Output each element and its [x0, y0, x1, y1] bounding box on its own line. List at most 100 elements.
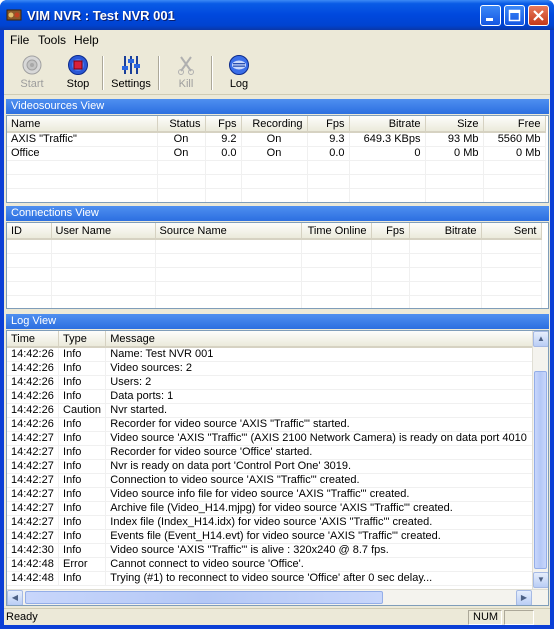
log-row[interactable]: 14:42:27 Info Connection to video source '…: [7, 473, 548, 488]
menu-tools[interactable]: Tools: [38, 33, 66, 47]
col-fps[interactable]: Fps: [371, 223, 410, 240]
log-row[interactable]: 14:42:26 Info Recorder for video source 'A…: [7, 417, 548, 432]
cell-rec-fps: 9.3: [307, 132, 350, 147]
title-bar[interactable]: VIM NVR : Test NVR 001: [0, 0, 554, 30]
log-row[interactable]: 14:42:48 Error Cannot connect to video sou…: [7, 557, 548, 572]
log-row[interactable]: 14:42:26 Info Users: 2: [7, 375, 548, 390]
log-icon: [229, 55, 249, 75]
col-source-name[interactable]: Source Name: [155, 223, 302, 240]
log-row[interactable]: 14:42:48 Info Trying (#1) to reconnect to …: [7, 571, 548, 586]
settings-icon: [122, 56, 140, 74]
log-row[interactable]: 14:42:26 Info Video sources: 2: [7, 361, 548, 376]
col-bitrate[interactable]: Bitrate: [349, 116, 426, 133]
cell-free: 5560 Mb: [483, 132, 546, 147]
col-rec-fps[interactable]: Fps: [307, 116, 350, 133]
videosources-header: Videosources View: [6, 99, 549, 114]
col-size[interactable]: Size: [425, 116, 484, 133]
log-row[interactable]: 14:42:27 Info Recorder for video source 'O…: [7, 445, 548, 460]
log-type: Info: [58, 571, 107, 586]
stop-button[interactable]: Stop: [60, 54, 96, 94]
cell-free: 0 Mb: [483, 146, 546, 161]
col-message[interactable]: Message: [105, 331, 548, 348]
col-user-name[interactable]: User Name: [51, 223, 156, 240]
menu-bar: File Tools Help: [4, 30, 550, 49]
log-time: 14:42:27: [7, 515, 60, 530]
close-button[interactable]: [528, 5, 549, 26]
maximize-button[interactable]: [504, 5, 525, 26]
log-row[interactable]: 14:42:27 Info Events file (Event_H14.evt) …: [7, 529, 548, 544]
log-row[interactable]: 14:42:27 Info Video source info file for v…: [7, 487, 548, 502]
close-icon: [533, 10, 544, 21]
col-free[interactable]: Free: [483, 116, 546, 133]
log-time: 14:42:26: [7, 347, 60, 362]
log-row[interactable]: 14:42:27 Info Video source 'AXIS "Traffic"…: [7, 431, 548, 446]
col-name[interactable]: Name: [7, 116, 158, 133]
num-indicator: NUM: [468, 610, 502, 625]
start-label: Start: [20, 78, 44, 90]
settings-button[interactable]: Settings: [108, 54, 154, 94]
log-label: Log: [229, 78, 249, 90]
cell-bitrate: 0: [349, 146, 426, 161]
log-header: Log View: [6, 314, 549, 329]
log-vertical-scrollbar[interactable]: ▲ ▼: [532, 331, 548, 589]
log-type: Info: [58, 417, 107, 432]
scroll-right-button[interactable]: ▶: [516, 590, 532, 605]
log-row[interactable]: 14:42:30 Info Video source 'AXIS "Traffic"…: [7, 543, 548, 558]
col-bitrate[interactable]: Bitrate: [409, 223, 482, 240]
kill-button[interactable]: Kill: [166, 54, 206, 94]
table-row[interactable]: Office On 0.0 On 0.0 0 0 Mb 0 Mb: [7, 146, 546, 161]
table-row[interactable]: AXIS "Traffic" On 9.2 On 9.3 649.3 KBps …: [7, 132, 546, 147]
cell-size: 0 Mb: [425, 146, 484, 161]
log-message: Video sources: 2: [105, 361, 548, 376]
log-table[interactable]: Time Type Message 14:42:26 Info Name: Test…: [6, 330, 549, 606]
log-time: 14:42:26: [7, 375, 60, 390]
log-row[interactable]: 14:42:27 Info Archive file (Video_H14.mjpg…: [7, 501, 548, 516]
col-recording[interactable]: Recording: [241, 116, 308, 133]
scroll-thumb[interactable]: [534, 371, 547, 569]
log-message: Events file (Event_H14.evt) for video so…: [105, 529, 548, 544]
log-row[interactable]: 14:42:26 Info Name: Test NVR 001: [7, 347, 548, 362]
start-button[interactable]: Start: [12, 54, 52, 94]
log-header-row: Time Type Message: [7, 331, 548, 348]
menu-help[interactable]: Help: [74, 33, 99, 47]
app-icon[interactable]: [6, 7, 22, 23]
log-row[interactable]: 14:42:26 Info Data ports: 1: [7, 389, 548, 404]
log-type: Info: [58, 487, 107, 502]
connections-table[interactable]: ID User Name Source Name Time Online Fps…: [6, 222, 549, 309]
col-time-online[interactable]: Time Online: [301, 223, 372, 240]
log-time: 14:42:27: [7, 431, 60, 446]
log-button[interactable]: Log: [221, 54, 257, 94]
status-bar: Ready NUM: [4, 608, 550, 625]
videosources-header-row: Name Status Fps Recording Fps Bitrate Si…: [7, 116, 546, 133]
stop-icon: [68, 55, 88, 75]
log-message: Cannot connect to video source 'Office'.: [105, 557, 548, 572]
log-time: 14:42:26: [7, 361, 60, 376]
log-message: Video source 'AXIS "Traffic"' (AXIS 2100…: [105, 431, 548, 446]
scroll-left-button[interactable]: ◀: [7, 590, 23, 605]
log-row[interactable]: 14:42:27 Info Nvr is ready on data port 'C…: [7, 459, 548, 474]
cell-name: AXIS "Traffic": [7, 132, 158, 147]
scroll-down-button[interactable]: ▼: [533, 572, 548, 588]
log-type: Error: [58, 557, 107, 572]
menu-file[interactable]: File: [10, 33, 29, 47]
col-sent[interactable]: Sent: [481, 223, 542, 240]
col-status[interactable]: Status: [157, 116, 206, 133]
scroll-thumb[interactable]: [25, 591, 383, 604]
log-type: Info: [58, 389, 107, 404]
log-row[interactable]: 14:42:26 Caution Nvr started.: [7, 403, 548, 418]
col-id[interactable]: ID: [7, 223, 52, 240]
settings-label: Settings: [111, 78, 151, 90]
minimize-button[interactable]: [480, 5, 501, 26]
log-type: Info: [58, 361, 107, 376]
col-time[interactable]: Time: [7, 331, 60, 348]
col-type[interactable]: Type: [58, 331, 107, 348]
log-type: Info: [58, 515, 107, 530]
cell-fps: 0.0: [205, 146, 242, 161]
col-fps[interactable]: Fps: [205, 116, 242, 133]
scroll-up-button[interactable]: ▲: [533, 331, 548, 347]
videosources-table[interactable]: Name Status Fps Recording Fps Bitrate Si…: [6, 115, 549, 203]
log-row[interactable]: 14:42:27 Info Index file (Index_H14.idx) f…: [7, 515, 548, 530]
log-horizontal-scrollbar[interactable]: ◀ ▶: [7, 589, 548, 605]
log-type: Info: [58, 459, 107, 474]
log-time: 14:42:27: [7, 445, 60, 460]
